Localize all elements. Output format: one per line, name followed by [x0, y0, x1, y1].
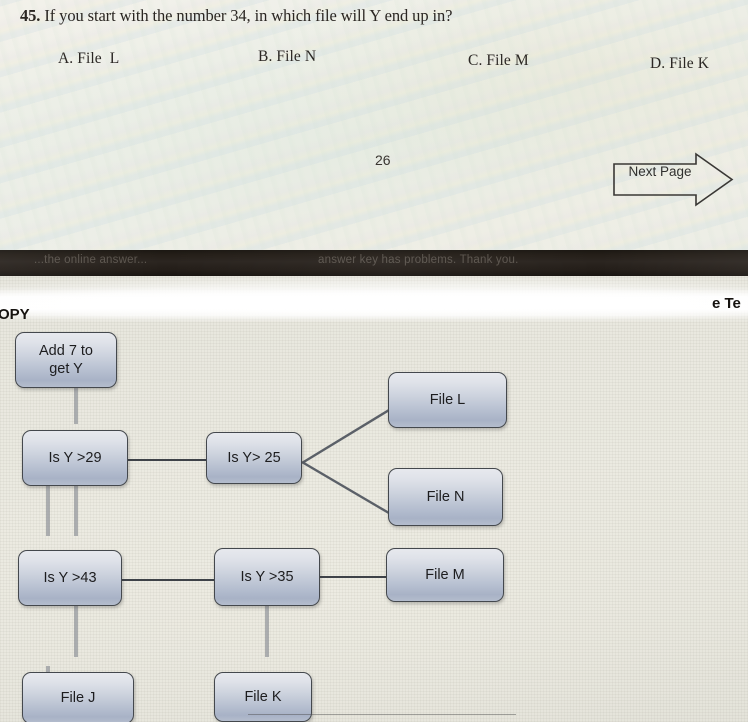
connector-top-stem: [74, 386, 78, 424]
question-body: If you start with the number 34, in whic…: [40, 6, 453, 25]
edge-label-left: OPY: [0, 306, 30, 323]
flow-node-file-l[interactable]: File L: [388, 372, 507, 428]
connector-y35-to-fileM: [320, 576, 388, 578]
answer-option-d[interactable]: D. File K: [650, 55, 709, 73]
question-page-region: 45. If you start with the number 34, in …: [0, 0, 748, 252]
next-page-arrow-icon: [612, 152, 734, 207]
edge-label-right: e Te: [712, 295, 741, 312]
connector-y29-to-y43: [46, 484, 50, 536]
question-text: 45. If you start with the number 34, in …: [20, 6, 720, 27]
question-number: 45.: [20, 6, 41, 25]
answer-option-a[interactable]: A. File L: [58, 50, 119, 68]
next-page-label: Next Page: [628, 164, 692, 179]
flow-node-file-n[interactable]: File N: [388, 468, 503, 526]
connector-y43-to-y35: [122, 579, 218, 581]
flow-node-is-y-25[interactable]: Is Y> 25: [206, 432, 302, 484]
answer-option-c[interactable]: C. File M: [468, 52, 529, 70]
bottom-rule-line: [248, 714, 516, 715]
connector-y29-y43-stem: [74, 484, 78, 536]
seam-text-left: ...the online answer...: [34, 254, 148, 266]
answer-option-b[interactable]: B. File N: [258, 48, 316, 66]
connector-y29-to-y25: [128, 459, 210, 461]
flow-node-add7[interactable]: Add 7 to get Y: [15, 332, 117, 388]
connector-y25-to-fileN: [298, 456, 398, 524]
connector-y43-to-fileJ: [74, 605, 78, 657]
page-seam-band: ...the online answer... answer key has p…: [0, 250, 748, 276]
seam-text-right: answer key has problems. Thank you.: [318, 254, 519, 266]
flowchart: Add 7 to get Y Is Y >29 Is Y> 25 File L …: [0, 276, 748, 722]
flow-node-is-y-43[interactable]: Is Y >43: [18, 550, 122, 606]
page-number: 26: [375, 152, 391, 168]
flow-node-file-m[interactable]: File M: [386, 548, 504, 602]
flow-node-is-y-29[interactable]: Is Y >29: [22, 430, 128, 486]
connector-y35-to-fileK: [265, 605, 269, 657]
flow-node-is-y-35[interactable]: Is Y >35: [214, 548, 320, 606]
flow-node-file-j[interactable]: File J: [22, 672, 134, 722]
textbook-photo-page: 45. If you start with the number 34, in …: [0, 0, 748, 722]
